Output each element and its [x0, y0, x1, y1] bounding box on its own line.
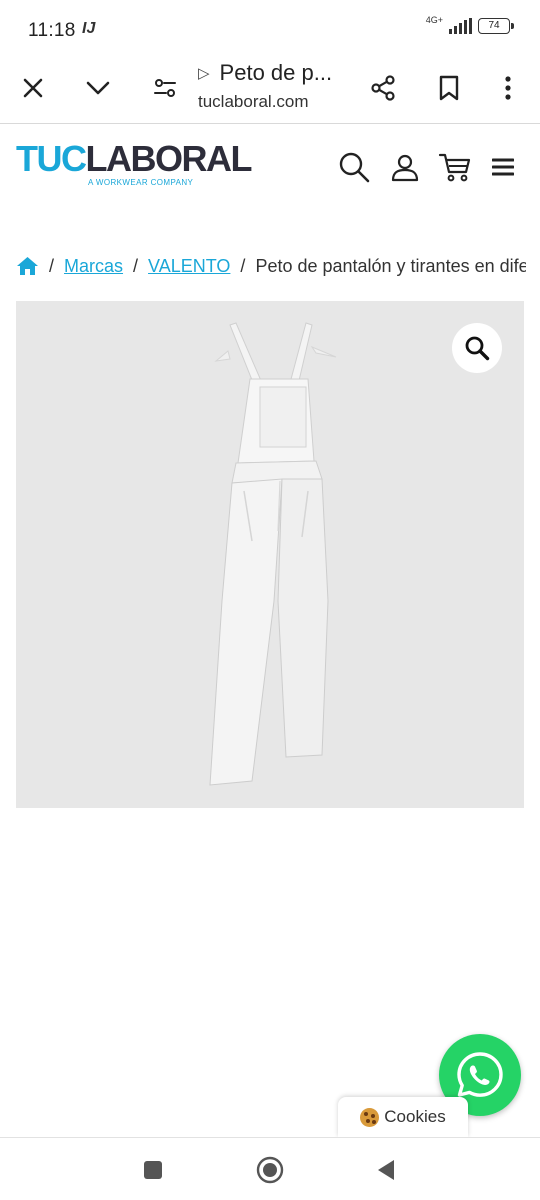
menu-icon — [492, 158, 514, 176]
breadcrumb-separator: / — [240, 255, 246, 276]
back-icon — [378, 1160, 394, 1180]
chevron-down-icon — [86, 81, 110, 95]
breadcrumb-separator: / — [133, 255, 139, 276]
user-icon — [391, 154, 419, 182]
status-notification-icon: IJ — [82, 20, 96, 37]
breadcrumb-marcas[interactable]: Marcas — [64, 256, 123, 277]
whatsapp-icon — [457, 1052, 503, 1097]
site-menu-button[interactable] — [481, 145, 525, 189]
zoom-icon — [465, 336, 490, 361]
page-settings-icon — [154, 79, 176, 97]
site-header: TUCLABORAL A WORKWEAR COMPANY — [0, 125, 540, 215]
bib-overall-image — [209, 322, 337, 786]
more-button[interactable] — [486, 66, 530, 110]
cookie-icon — [360, 1107, 380, 1127]
cart-icon — [438, 153, 471, 182]
breadcrumb-current: Peto de pantalón y tirantes en diferente… — [255, 255, 526, 276]
close-tab-button[interactable] — [11, 66, 55, 110]
account-button[interactable] — [383, 145, 427, 189]
product-image[interactable] — [16, 301, 524, 808]
logo-wordmark: TUCLABORAL — [16, 138, 253, 179]
system-nav-bar — [0, 1137, 540, 1200]
minimize-button[interactable] — [76, 66, 120, 110]
page-title-row: ▷ Peto de p... — [198, 60, 358, 86]
cookies-label: Cookies — [384, 1107, 446, 1126]
cart-button[interactable] — [433, 145, 477, 189]
cookies-button[interactable]: Cookies — [338, 1097, 468, 1137]
bookmark-icon — [439, 75, 459, 101]
logo-laboral: LABORAL — [85, 138, 253, 179]
browser-toolbar: ▷ Peto de p... tuclaboral.com — [0, 56, 540, 124]
share-icon — [371, 75, 395, 101]
play-icon: ▷ — [198, 65, 210, 82]
site-logo[interactable]: TUCLABORAL A WORKWEAR COMPANY — [16, 138, 253, 188]
breadcrumb: / Marcas / VALENTO / Peto de pantalón y … — [16, 253, 526, 279]
search-icon — [339, 152, 370, 183]
signal-icon — [449, 18, 472, 34]
home-icon — [17, 257, 38, 275]
zoom-button[interactable] — [452, 323, 502, 373]
status-bar: 11:18 IJ 4G+ 74 — [0, 0, 540, 56]
home-nav-button[interactable] — [252, 1152, 288, 1188]
logo-tagline: A WORKWEAR COMPANY — [88, 178, 194, 187]
close-icon — [23, 78, 43, 98]
bookmark-button[interactable] — [427, 66, 471, 110]
logo-tuc: TUC — [16, 138, 87, 179]
breadcrumb-valento[interactable]: VALENTO — [148, 256, 230, 277]
more-vert-icon — [505, 76, 511, 100]
page-domain: tuclaboral.com — [198, 92, 309, 111]
status-time: 11:18 — [28, 20, 76, 41]
battery-icon: 74 — [478, 18, 514, 34]
breadcrumb-separator: / — [49, 255, 55, 276]
share-button[interactable] — [361, 66, 405, 110]
battery-level: 74 — [488, 20, 500, 31]
site-search-button[interactable] — [332, 145, 376, 189]
recents-icon — [144, 1161, 162, 1179]
url-block[interactable]: ▷ Peto de p... tuclaboral.com — [198, 60, 358, 112]
status-indicators: 4G+ 74 — [425, 14, 514, 34]
page-title: Peto de p... — [219, 60, 333, 85]
breadcrumb-home[interactable] — [16, 256, 39, 276]
page-settings-button[interactable] — [143, 66, 187, 110]
home-nav-icon — [256, 1156, 284, 1184]
back-button[interactable] — [368, 1152, 404, 1188]
recents-button[interactable] — [135, 1152, 171, 1188]
network-type: 4G+ — [425, 14, 443, 25]
